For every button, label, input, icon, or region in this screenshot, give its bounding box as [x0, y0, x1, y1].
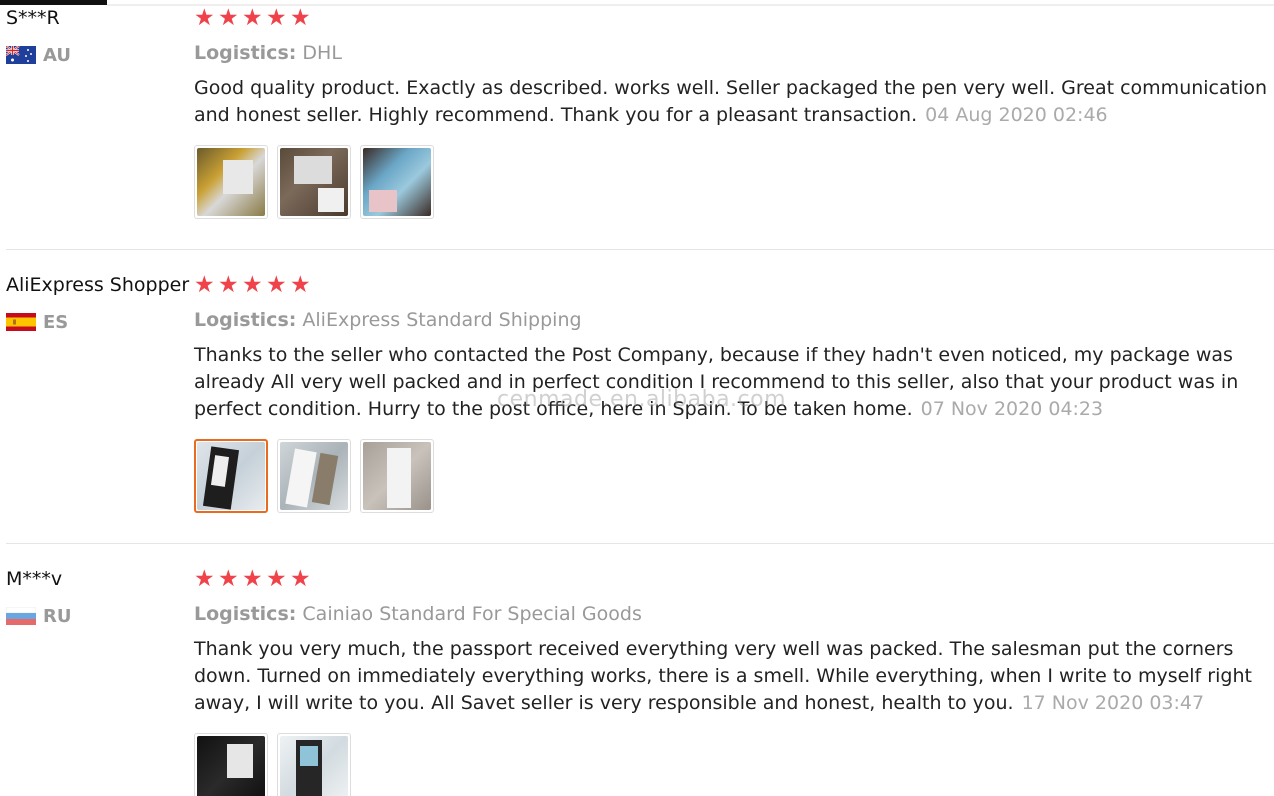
star-icon: ★: [194, 5, 215, 31]
logistics-label: Logistics:: [194, 309, 297, 331]
review-photo-thumbnail[interactable]: [194, 733, 268, 796]
review-photo-thumbnail[interactable]: [360, 439, 434, 513]
logistics-info: Logistics: DHL: [194, 41, 1272, 65]
country-code: AU: [43, 44, 71, 66]
review-photo-thumbnail[interactable]: [277, 145, 351, 219]
star-rating: ★ ★ ★ ★ ★: [194, 6, 1272, 30]
australia-flag-icon: [6, 46, 36, 64]
reviewer-info: M***v RU: [6, 567, 191, 627]
star-rating: ★ ★ ★ ★ ★: [194, 567, 1272, 591]
star-icon: ★: [242, 272, 263, 298]
star-icon: ★: [194, 566, 215, 592]
review-photos: [194, 733, 1272, 796]
review-photo-thumbnail[interactable]: [360, 145, 434, 219]
reviewer-info: AliExpress Shopper ES: [6, 273, 191, 333]
reviewer-country: RU: [6, 605, 191, 627]
logistics-label: Logistics:: [194, 603, 297, 625]
reviewer-country: ES: [6, 311, 191, 333]
star-icon: ★: [290, 5, 311, 31]
review-photos: [194, 439, 1272, 513]
review-content: ★ ★ ★ ★ ★ Logistics: Cainiao Standard Fo…: [194, 567, 1272, 796]
review-text: Good quality product. Exactly as describ…: [194, 75, 1272, 129]
reviewer-name: S***R: [6, 7, 60, 29]
star-icon: ★: [266, 272, 287, 298]
watermark-text: cenmade.en.alibaba.com: [497, 387, 787, 412]
review-date: 17 Nov 2020 03:47: [1021, 692, 1205, 714]
review-photo-thumbnail[interactable]: [277, 439, 351, 513]
review-divider: [6, 249, 1274, 250]
reviewer-name: M***v: [6, 568, 63, 590]
review-divider: [6, 543, 1274, 544]
logistics-label: Logistics:: [194, 42, 297, 64]
star-icon: ★: [266, 566, 287, 592]
top-bar-indicator: [0, 0, 107, 5]
review-photo-thumbnail-selected[interactable]: [194, 439, 268, 513]
reviewer-info: S***R AU: [6, 6, 191, 66]
spain-flag-icon: [6, 313, 36, 331]
logistics-value: AliExpress Standard Shipping: [302, 309, 582, 331]
star-rating: ★ ★ ★ ★ ★: [194, 273, 1272, 297]
russia-flag-icon: [6, 607, 36, 625]
review-content: ★ ★ ★ ★ ★ Logistics: DHL Good quality pr…: [194, 6, 1272, 219]
country-code: RU: [43, 605, 72, 627]
logistics-value: Cainiao Standard For Special Goods: [302, 603, 642, 625]
review-date: 04 Aug 2020 02:46: [925, 104, 1108, 126]
logistics-info: Logistics: Cainiao Standard For Special …: [194, 602, 1272, 626]
star-icon: ★: [242, 5, 263, 31]
star-icon: ★: [242, 566, 263, 592]
review-date: 07 Nov 2020 04:23: [920, 398, 1104, 420]
review-text: Thank you very much, the passport receiv…: [194, 636, 1272, 717]
review-photo-thumbnail[interactable]: [194, 145, 268, 219]
star-icon: ★: [290, 566, 311, 592]
review-photo-thumbnail[interactable]: [277, 733, 351, 796]
star-icon: ★: [218, 566, 239, 592]
star-icon: ★: [266, 5, 287, 31]
reviewer-country: AU: [6, 44, 191, 66]
country-code: ES: [43, 311, 69, 333]
review-photos: [194, 145, 1272, 219]
logistics-info: Logistics: AliExpress Standard Shipping: [194, 308, 1272, 332]
star-icon: ★: [290, 272, 311, 298]
star-icon: ★: [218, 272, 239, 298]
logistics-value: DHL: [302, 42, 342, 64]
star-icon: ★: [218, 5, 239, 31]
star-icon: ★: [194, 272, 215, 298]
reviewer-name: AliExpress Shopper: [6, 274, 190, 296]
